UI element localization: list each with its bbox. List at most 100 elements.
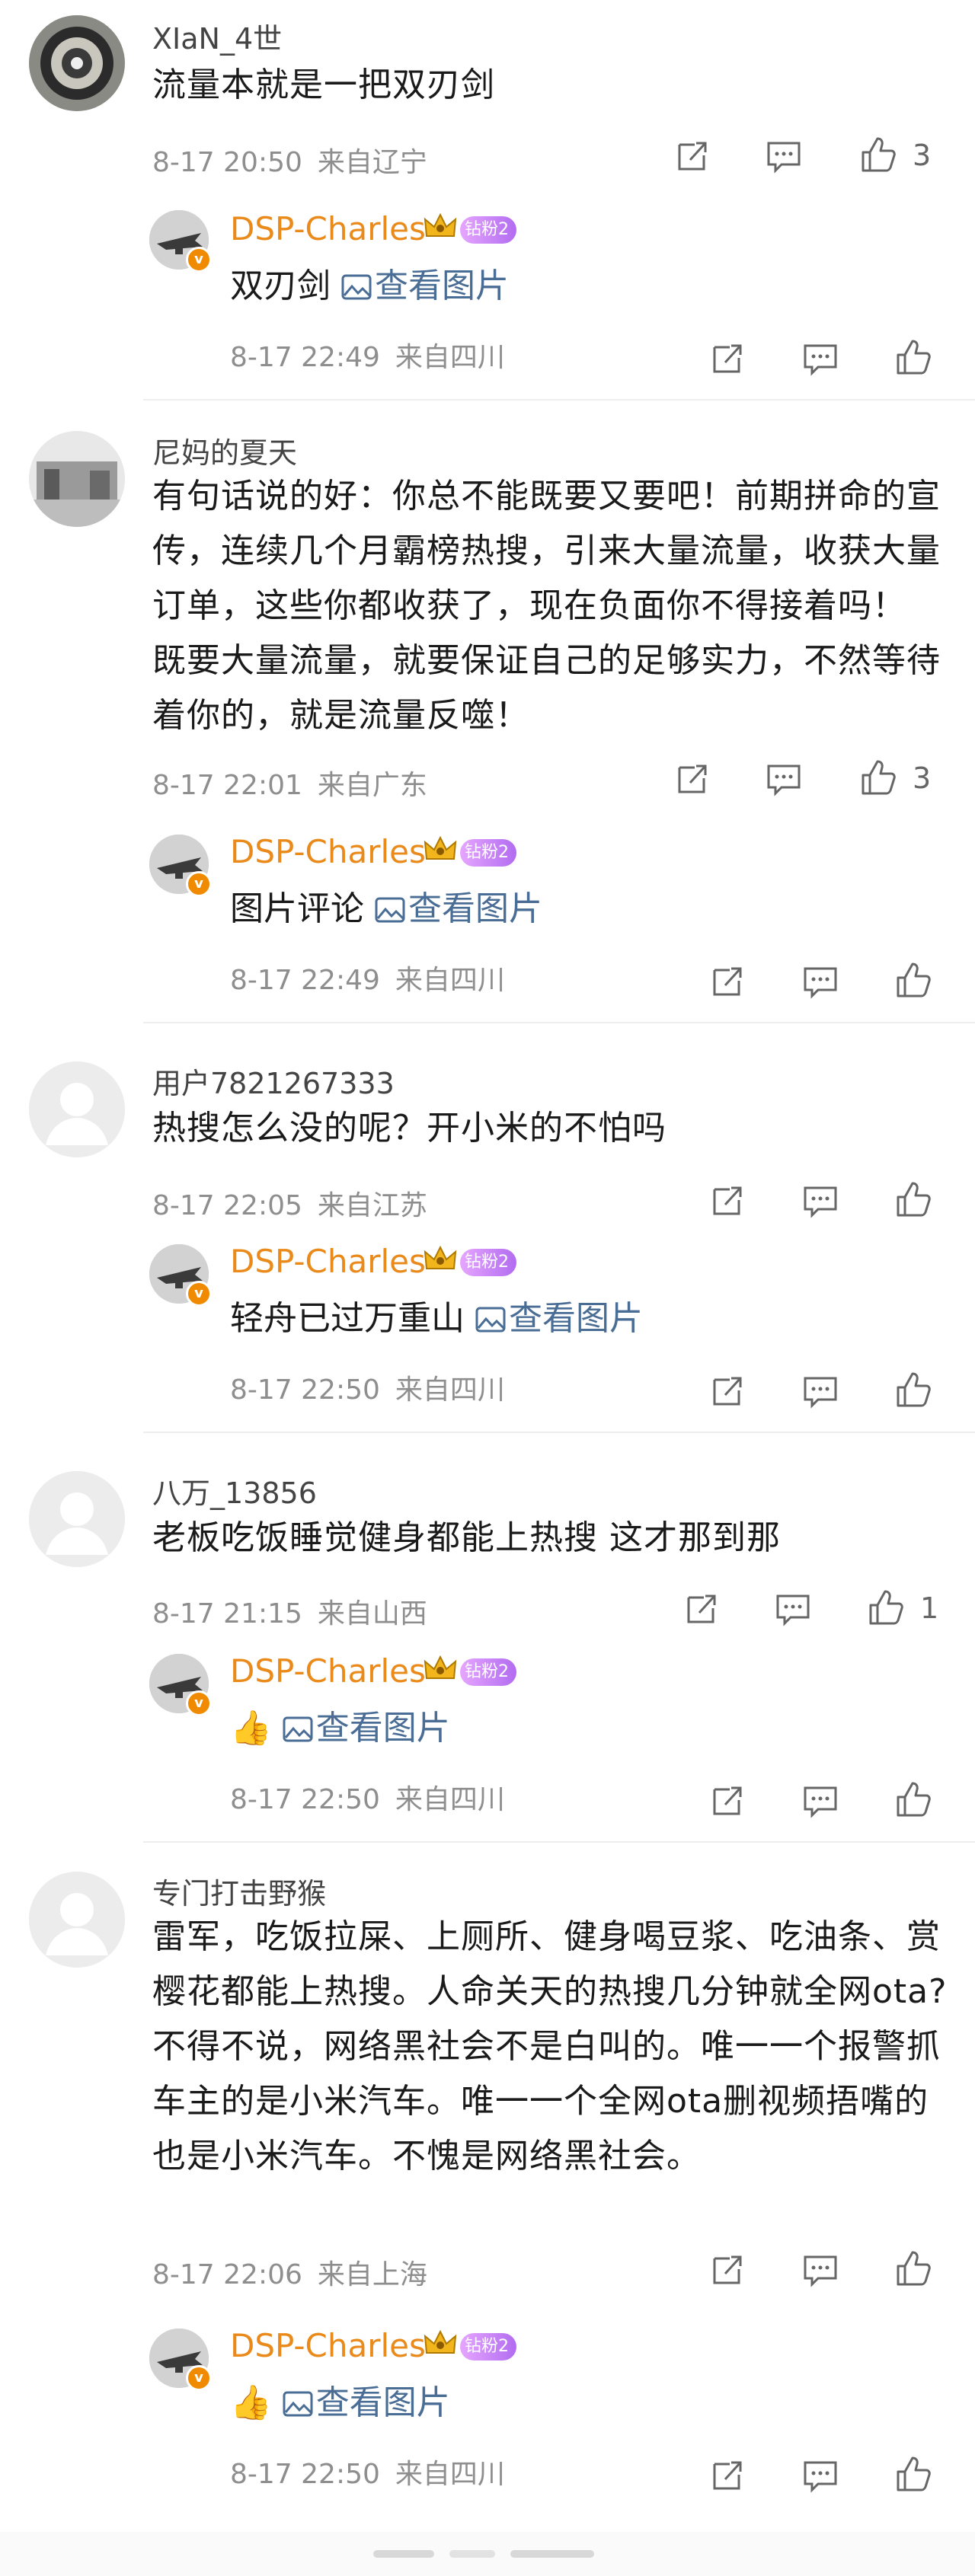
reply-username[interactable]: DSP-Charles: [230, 2327, 426, 2364]
verified-icon: v: [186, 1281, 212, 1307]
reply-username[interactable]: DSP-Charles: [230, 1652, 426, 1690]
like-button[interactable]: 3: [859, 136, 931, 174]
view-image-label: 查看图片: [408, 889, 542, 928]
comment-location: 来自辽宁: [317, 147, 427, 178]
comment-username[interactable]: 专门打击野猴: [152, 1870, 326, 1912]
comment-icon[interactable]: [801, 1782, 839, 1820]
verified-icon: v: [186, 2365, 212, 2391]
like-button[interactable]: [894, 2249, 932, 2287]
image-icon: [283, 1716, 313, 1742]
like-button[interactable]: [894, 1780, 932, 1818]
fan-badge: 钻粉2: [460, 839, 516, 867]
share-icon[interactable]: [708, 1372, 746, 1410]
verified-icon: v: [186, 871, 212, 897]
comment-icon[interactable]: [801, 2251, 839, 2289]
comment-icon[interactable]: [801, 2456, 839, 2495]
comment-meta: 8-17 22:05 来自江苏: [152, 1183, 427, 1223]
like-button[interactable]: 3: [859, 758, 931, 796]
comment-icon[interactable]: [765, 760, 803, 798]
reply-location: 来自四川: [395, 342, 505, 373]
thumbs-up-emoji: 👍: [230, 2383, 272, 2422]
fan-badge: 钻粉2: [460, 216, 516, 244]
reply-time: 8-17 22:49: [230, 965, 380, 996]
share-icon[interactable]: [708, 2251, 746, 2289]
view-image-label: 查看图片: [375, 267, 509, 305]
divider: [143, 1841, 975, 1843]
reply-location: 来自四川: [395, 2459, 505, 2490]
reply-location: 来自四川: [395, 1784, 505, 1815]
divider: [143, 399, 975, 401]
view-image-link[interactable]: 查看图片: [475, 1299, 643, 1338]
share-icon[interactable]: [708, 1782, 746, 1820]
like-button[interactable]: [894, 1371, 932, 1409]
reply-avatar[interactable]: v: [149, 835, 212, 897]
comment-icon[interactable]: [801, 1372, 839, 1410]
comment-icon[interactable]: [801, 1182, 839, 1220]
comment-text: 雷军，吃饭拉屎、上厕所、健身喝豆浆、吃油条、赏樱花都能上热搜。人命关天的热搜几分…: [152, 1917, 948, 2175]
comment-time: 8-17 22:06: [152, 2259, 302, 2290]
reply-content: 图片评论: [230, 889, 364, 928]
comment-icon[interactable]: [765, 137, 803, 175]
share-icon[interactable]: [682, 1590, 721, 1628]
comment-location: 来自山西: [317, 1598, 427, 1630]
reply-username[interactable]: DSP-Charles: [230, 833, 426, 870]
image-icon: [283, 2391, 313, 2417]
page-indicator: [373, 2548, 602, 2558]
comment-username[interactable]: XIaN_4世: [152, 15, 282, 57]
share-icon[interactable]: [708, 962, 746, 1001]
divider: [143, 1022, 975, 1023]
comment-icon[interactable]: [774, 1590, 812, 1628]
like-button[interactable]: [894, 1180, 932, 1218]
comment-text: 有句话说的好：你总不能既要又要吧！前期拼命的宣传，连续几个月霸榜热搜，引来大量流…: [152, 477, 941, 735]
view-image-link[interactable]: 查看图片: [283, 1709, 450, 1748]
comment-meta: 8-17 20:50 来自辽宁: [152, 140, 427, 180]
reply-username[interactable]: DSP-Charles: [230, 1243, 426, 1280]
avatar[interactable]: [29, 1061, 125, 1157]
like-button[interactable]: 1: [867, 1588, 938, 1626]
comment-icon[interactable]: [801, 340, 839, 378]
comment-username[interactable]: 八万_13856: [152, 1470, 317, 1511]
like-count: 1: [920, 1591, 939, 1625]
comment-location: 来自广东: [317, 770, 427, 801]
comment-icon[interactable]: [801, 962, 839, 1001]
avatar[interactable]: [29, 1872, 125, 1968]
verified-icon: v: [186, 247, 212, 273]
reply-text: 轻舟已过万重山 查看图片: [230, 1296, 643, 1342]
reply-avatar[interactable]: v: [149, 210, 212, 273]
comment-username[interactable]: 尼妈的夏天: [152, 429, 297, 471]
reply-avatar[interactable]: v: [149, 1244, 212, 1307]
comment-meta: 8-17 22:06 来自上海: [152, 2252, 427, 2292]
reply-content: 双刃剑: [230, 267, 331, 305]
avatar[interactable]: [29, 15, 125, 111]
reply-location: 来自四川: [395, 1374, 505, 1406]
reply-avatar[interactable]: v: [149, 1654, 212, 1716]
reply-meta: 8-17 22:50 来自四川: [230, 1777, 505, 1817]
reply-time: 8-17 22:49: [230, 342, 380, 373]
divider: [143, 1432, 975, 1433]
comment-time: 8-17 22:05: [152, 1190, 302, 1221]
reply-avatar[interactable]: v: [149, 2329, 212, 2391]
avatar[interactable]: [29, 431, 125, 527]
share-icon[interactable]: [673, 760, 711, 798]
like-button[interactable]: [894, 338, 932, 376]
like-button[interactable]: [894, 961, 932, 999]
view-image-link[interactable]: 查看图片: [283, 2383, 450, 2422]
comment-text: 热搜怎么没的呢？开小米的不怕吗: [152, 1109, 667, 1148]
fan-badge: 钻粉2: [460, 1658, 516, 1686]
image-icon: [475, 1307, 506, 1333]
view-image-link[interactable]: 查看图片: [341, 267, 509, 305]
reply-username[interactable]: DSP-Charles: [230, 210, 426, 247]
comment-text: 老板吃饭睡觉健身都能上热搜 这才那到那: [152, 1518, 781, 1557]
avatar[interactable]: [29, 1471, 125, 1567]
view-image-link[interactable]: 查看图片: [375, 889, 542, 928]
share-icon[interactable]: [708, 2456, 746, 2495]
share-icon[interactable]: [708, 1182, 746, 1220]
like-button[interactable]: [894, 2455, 932, 2493]
comment-location: 来自上海: [317, 2259, 427, 2290]
image-icon: [341, 274, 372, 300]
share-icon[interactable]: [708, 340, 746, 378]
reply-time: 8-17 22:50: [230, 2459, 380, 2490]
reply-text: 👍 查看图片: [230, 2380, 450, 2426]
comment-username[interactable]: 用户7821267333: [152, 1060, 395, 1102]
share-icon[interactable]: [673, 137, 711, 175]
